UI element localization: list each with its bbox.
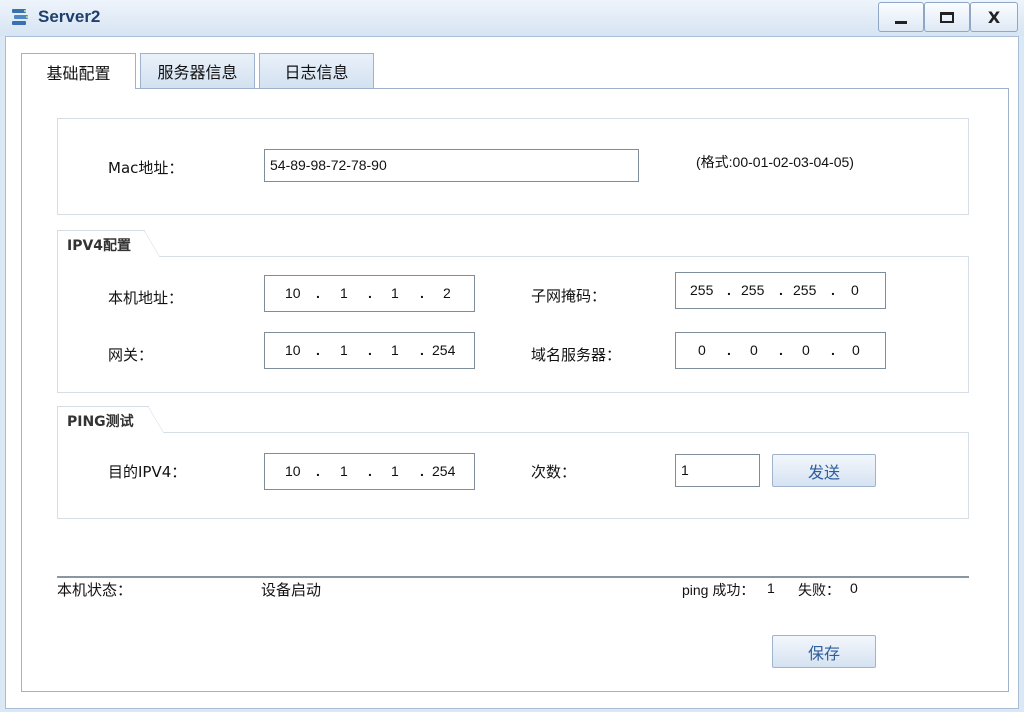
mac-address-input[interactable]: 54-89-98-72-78-90 xyxy=(264,149,639,182)
tab-panel-basic-config: Mac地址： 54-89-98-72-78-90 (格式:00-01-02-03… xyxy=(21,88,1009,692)
ip-dot: . xyxy=(316,285,320,301)
ip-dot: . xyxy=(420,463,424,479)
ping-legend: PING测试 xyxy=(57,406,164,433)
ip-dot: . xyxy=(831,342,835,358)
ip-octet: 255 xyxy=(741,282,765,298)
device-status-value: 设备启动 xyxy=(261,581,322,599)
ip-dot: . xyxy=(316,463,320,479)
subnet-mask-input[interactable]: 255 . 255 . 255 . 0 xyxy=(675,272,886,309)
close-button[interactable]: X xyxy=(970,2,1018,32)
ping-count-label: 次数： xyxy=(531,463,577,481)
local-ip-input[interactable]: 10 . 1 . 1 . 2 xyxy=(264,275,475,312)
mac-label: Mac地址： xyxy=(108,159,184,177)
ip-dot: . xyxy=(368,285,372,301)
save-button[interactable]: 保存 xyxy=(772,635,876,668)
mac-format-hint: (格式:00-01-02-03-04-05) xyxy=(696,154,854,170)
tab-basic-config[interactable]: 基础配置 xyxy=(21,53,136,89)
ip-octet: 0 xyxy=(852,342,860,358)
ip-dot: . xyxy=(727,342,731,358)
ip-octet: 0 xyxy=(698,342,706,358)
window-title: Server2 xyxy=(38,7,101,26)
window-body: 基础配置 服务器信息 日志信息 Mac地址： 54-89-98-72-78-90… xyxy=(5,36,1019,709)
ip-octet: 0 xyxy=(851,282,859,298)
local-ip-label: 本机地址： xyxy=(108,289,184,307)
ip-octet: 255 xyxy=(793,282,817,298)
ip-dot: . xyxy=(368,463,372,479)
ip-dot: . xyxy=(420,342,424,358)
server-app-icon xyxy=(12,9,28,25)
subnet-mask-label: 子网掩码： xyxy=(531,287,607,305)
ip-octet: 254 xyxy=(432,342,456,358)
ping-success-label: ping 成功： xyxy=(682,582,755,598)
ip-octet: 10 xyxy=(285,463,301,479)
ping-fail-label: 失败： xyxy=(798,582,840,598)
ip-dot: . xyxy=(368,342,372,358)
ip-octet: 1 xyxy=(391,342,399,358)
status-divider xyxy=(57,576,969,578)
tab-server-info[interactable]: 服务器信息 xyxy=(140,53,255,88)
ip-octet: 2 xyxy=(443,285,451,301)
dns-server-label: 域名服务器： xyxy=(531,346,622,364)
gateway-input[interactable]: 10 . 1 . 1 . 254 xyxy=(264,332,475,369)
close-icon: X xyxy=(987,7,1001,27)
minimize-button[interactable] xyxy=(878,2,924,32)
ping-count-input[interactable]: 1 xyxy=(675,454,760,487)
send-button[interactable]: 发送 xyxy=(772,454,876,487)
ip-dot: . xyxy=(420,285,424,301)
ip-octet: 10 xyxy=(285,342,301,358)
ping-success-count: 1 xyxy=(767,580,775,596)
title-bar[interactable]: Server2 X xyxy=(0,0,1024,36)
ip-dot: . xyxy=(727,282,731,298)
ip-octet: 254 xyxy=(432,463,456,479)
ip-octet: 0 xyxy=(750,342,758,358)
ip-octet: 1 xyxy=(340,285,348,301)
ip-octet: 1 xyxy=(340,463,348,479)
ip-dot: . xyxy=(831,282,835,298)
ping-target-label: 目的IPV4： xyxy=(108,463,187,481)
gateway-label: 网关： xyxy=(108,346,154,364)
maximize-icon xyxy=(940,11,954,23)
device-status-label: 本机状态： xyxy=(57,581,133,599)
ip-octet: 1 xyxy=(391,285,399,301)
dns-server-input[interactable]: 0 . 0 . 0 . 0 xyxy=(675,332,886,369)
ip-dot: . xyxy=(316,342,320,358)
ip-octet: 1 xyxy=(391,463,399,479)
ip-octet: 0 xyxy=(802,342,810,358)
ip-octet: 1 xyxy=(340,342,348,358)
minimize-icon xyxy=(895,20,907,24)
ping-target-input[interactable]: 10 . 1 . 1 . 254 xyxy=(264,453,475,490)
ip-dot: . xyxy=(779,342,783,358)
ping-fail-count: 0 xyxy=(850,580,858,596)
maximize-button[interactable] xyxy=(924,2,970,32)
tab-log-info[interactable]: 日志信息 xyxy=(259,53,374,88)
ip-dot: . xyxy=(779,282,783,298)
ipv4-legend: IPV4配置 xyxy=(57,230,160,257)
ip-octet: 255 xyxy=(690,282,714,298)
ip-octet: 10 xyxy=(285,285,301,301)
